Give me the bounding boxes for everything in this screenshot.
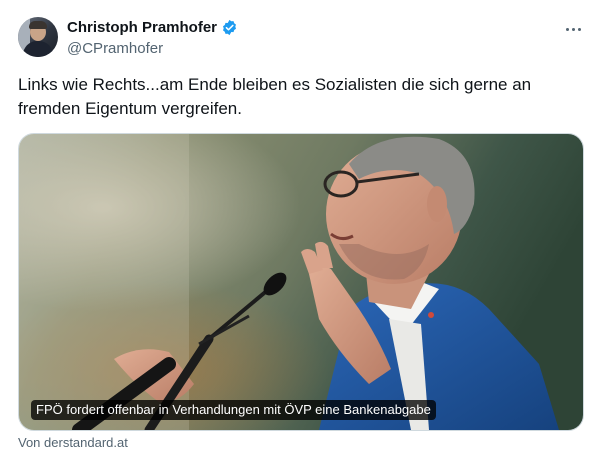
- more-dots-icon: [565, 27, 569, 31]
- card-image: [19, 134, 583, 430]
- avatar-body: [23, 41, 53, 57]
- more-dot: [577, 27, 581, 31]
- link-card[interactable]: FPÖ fordert offenbar in Verhandlungen mi…: [18, 133, 584, 431]
- tweet-container: Christoph Pramhofer @CPramhofer Links wi…: [0, 0, 604, 455]
- avatar-hair: [29, 21, 47, 29]
- author-display-name[interactable]: Christoph Pramhofer: [67, 19, 217, 36]
- verified-badge-icon: [221, 19, 238, 36]
- more-options-button[interactable]: [560, 18, 586, 40]
- avatar[interactable]: [18, 17, 58, 57]
- more-dot: [571, 27, 575, 31]
- author-name-row: Christoph Pramhofer: [67, 19, 238, 36]
- card-source[interactable]: Von derstandard.at: [18, 435, 128, 450]
- author-handle[interactable]: @CPramhofer: [67, 40, 163, 57]
- card-caption: FPÖ fordert offenbar in Verhandlungen mi…: [31, 400, 436, 420]
- tweet-text: Links wie Rechts...am Ende bleiben es So…: [18, 75, 532, 118]
